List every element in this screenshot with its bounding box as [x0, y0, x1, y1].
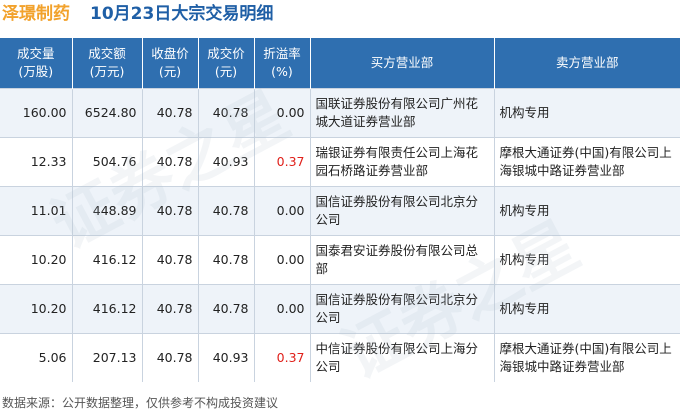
cell-close: 40.78	[141, 333, 198, 382]
stock-name: 泽璟制药	[2, 4, 70, 24]
column-header-volume: 成交量 (万股)	[0, 38, 72, 89]
table-row: 160.00 6524.80 40.78 40.78 0.00 国联证券股份有限…	[0, 88, 680, 138]
column-header-buyer: 买方营业部	[309, 38, 494, 89]
block-trade-table: 成交量 (万股) 成交额 (万元) 收盘价 (元) 成交价 (元) 折溢率 (%) 买方营…	[0, 38, 680, 382]
cell-premium: 0.37	[253, 137, 310, 187]
cell-close: 40.78	[141, 137, 198, 187]
cell-amount: 416.12	[71, 235, 142, 285]
cell-buyer: 国泰君安证券股份有限公司总部	[309, 235, 494, 285]
cell-premium: 0.37	[253, 333, 310, 382]
cell-buyer: 中信证券股份有限公司上海分公司	[309, 333, 494, 382]
table-row: 5.06 207.13 40.78 40.93 0.37 中信证券股份有限公司上…	[0, 333, 680, 382]
cell-close: 40.78	[141, 186, 198, 236]
cell-buyer: 瑞银证券有限责任公司上海花园石桥路证券营业部	[309, 137, 494, 187]
cell-price: 40.78	[197, 186, 254, 236]
cell-close: 40.78	[141, 235, 198, 285]
cell-amount: 207.13	[71, 333, 142, 382]
cell-seller: 机构专用	[493, 88, 680, 138]
title-bar: 泽璟制药 10月23日大宗交易明细	[0, 0, 680, 34]
cell-seller: 摩根大通证券(中国)有限公司上海银城中路证券营业部	[493, 137, 680, 187]
cell-premium: 0.00	[253, 186, 310, 236]
cell-amount: 448.89	[71, 186, 142, 236]
table-row: 10.20 416.12 40.78 40.78 0.00 国泰君安证券股份有限…	[0, 235, 680, 285]
cell-volume: 5.06	[0, 333, 72, 382]
cell-amount: 416.12	[71, 284, 142, 334]
cell-price: 40.93	[197, 137, 254, 187]
cell-buyer: 国信证券股份有限公司北京分公司	[309, 284, 494, 334]
column-header-close: 收盘价 (元)	[141, 38, 198, 89]
page-title: 10月23日大宗交易明细	[90, 4, 274, 24]
cell-price: 40.78	[197, 88, 254, 138]
column-header-premium: 折溢率 (%)	[253, 38, 310, 89]
cell-premium: 0.00	[253, 284, 310, 334]
cell-close: 40.78	[141, 284, 198, 334]
cell-price: 40.78	[197, 284, 254, 334]
column-header-price: 成交价 (元)	[197, 38, 254, 89]
cell-price: 40.93	[197, 333, 254, 382]
cell-premium: 0.00	[253, 88, 310, 138]
table-row: 10.20 416.12 40.78 40.78 0.00 国信证券股份有限公司…	[0, 284, 680, 334]
cell-amount: 6524.80	[71, 88, 142, 138]
cell-volume: 11.01	[0, 186, 72, 236]
cell-price: 40.78	[197, 235, 254, 285]
cell-seller: 摩根大通证券(中国)有限公司上海银城中路证券营业部	[493, 333, 680, 382]
column-header-amount: 成交额 (万元)	[71, 38, 142, 89]
cell-buyer: 国联证券股份有限公司广州花城大道证券营业部	[309, 88, 494, 138]
cell-volume: 10.20	[0, 284, 72, 334]
table-row: 12.33 504.76 40.78 40.93 0.37 瑞银证券有限责任公司…	[0, 137, 680, 187]
data-source-note: 数据来源：公开数据整理，仅供参考不构成投资建议	[2, 396, 279, 410]
cell-volume: 12.33	[0, 137, 72, 187]
cell-amount: 504.76	[71, 137, 142, 187]
cell-volume: 10.20	[0, 235, 72, 285]
cell-seller: 机构专用	[493, 235, 680, 285]
cell-seller: 机构专用	[493, 186, 680, 236]
column-header-seller: 卖方营业部	[493, 38, 680, 89]
cell-premium: 0.00	[253, 235, 310, 285]
cell-buyer: 国信证券股份有限公司北京分公司	[309, 186, 494, 236]
table-row: 11.01 448.89 40.78 40.78 0.00 国信证券股份有限公司…	[0, 186, 680, 236]
cell-volume: 160.00	[0, 88, 72, 138]
cell-close: 40.78	[141, 88, 198, 138]
table-header-row: 成交量 (万股) 成交额 (万元) 收盘价 (元) 成交价 (元) 折溢率 (%) 买方营…	[0, 38, 680, 89]
cell-seller: 机构专用	[493, 284, 680, 334]
